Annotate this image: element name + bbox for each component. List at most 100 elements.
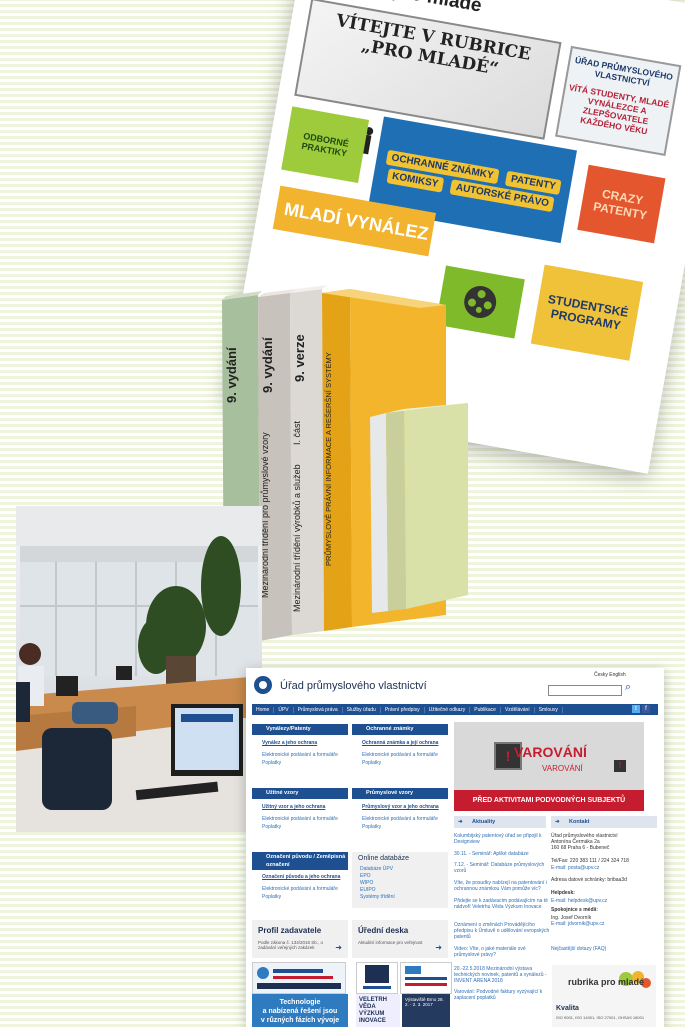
- nav-item[interactable]: Publikace: [470, 706, 501, 713]
- contact-heading-label: Kontakt: [569, 819, 590, 825]
- box-online-databases: Online databáze Databáze ÚPV EPO WIPO EU…: [352, 852, 448, 908]
- news-item[interactable]: Přidejte se k zadávacím podávajícím na t…: [454, 898, 550, 910]
- db-link[interactable]: Databáze ÚPV: [360, 866, 393, 872]
- box-origin-link-3[interactable]: Poplatky: [262, 894, 281, 900]
- tile-odborne-praktiky[interactable]: ODBORNÉ PRAKTIKY: [281, 106, 370, 184]
- news-item[interactable]: Kolumbijský patentový úřad se připojil k…: [454, 833, 550, 845]
- language-switcher[interactable]: Česky English: [594, 672, 626, 678]
- nav-item[interactable]: Vzdělávání: [501, 706, 535, 713]
- contact-heading[interactable]: ➜ Kontakt: [551, 816, 657, 828]
- tile-studentske-programy[interactable]: STUDENTSKÉ PROGRAMY: [530, 264, 644, 361]
- box-utility-heading[interactable]: Užitné vzory: [252, 788, 348, 799]
- tech-line-3: v různých fázích vývoje: [260, 1017, 340, 1024]
- box-utility-link-3[interactable]: Poplatky: [262, 824, 281, 830]
- official-board-box[interactable]: Úřední deska Aktuální informace pro veře…: [352, 920, 448, 958]
- side-box-tagline: VÍTÁ STUDENTY, MLADÉ VYNÁLEZCE A ZLEPŠOV…: [568, 82, 670, 137]
- box-trademarks-heading[interactable]: Ochranné známky: [352, 724, 448, 735]
- db-link[interactable]: EPO: [360, 873, 371, 879]
- box-designs-heading[interactable]: Průmyslové vzory: [352, 788, 448, 799]
- youth-mini-title: rubrika pro mladé: [568, 977, 645, 987]
- box-geographical-indications: Označení původu / Zeměpisná označení Ozn…: [252, 852, 348, 908]
- box-utility-link-1[interactable]: Užitný vzor a jeho ochrana: [262, 804, 325, 810]
- tile-crazy-patenty[interactable]: CRAZY PATENTY: [577, 164, 666, 244]
- facebook-icon[interactable]: f: [642, 705, 650, 713]
- box-designs-link-2[interactable]: Elektronické podávání a formuláře: [362, 816, 438, 822]
- box-origin-link-2[interactable]: Elektronické podávání a formuláře: [262, 886, 338, 892]
- db-link[interactable]: EUIPO: [360, 887, 376, 893]
- book-1-edition: 9. vydání: [224, 347, 239, 403]
- board-text: Aktuální informace pro veřejnost: [358, 940, 423, 945]
- nav-item[interactable]: Průmyslová práva: [294, 706, 343, 713]
- contact-line: Tel/Fax: 220 383 111 / 224 324 718: [551, 858, 629, 864]
- db-link[interactable]: Systémy třídění: [360, 894, 395, 900]
- youth-section-mini-banner[interactable]: rubrika pro mladé Kvalita ISO 9001, ISO …: [552, 965, 656, 1027]
- news-item[interactable]: 7.12. - Seminář: Databáze průmyslových v…: [454, 862, 550, 874]
- box-origin-heading[interactable]: Označení původu / Zeměpisná označení: [252, 852, 348, 870]
- news-item[interactable]: Varování: Podvodné faktury vyzývající k …: [454, 989, 550, 1001]
- vgs-banner-graphic: [363, 965, 391, 989]
- contact-email[interactable]: E-mail: posta@upv.cz: [551, 865, 651, 871]
- contact-email[interactable]: E-mail: helpdesk@upv.cz: [551, 898, 651, 904]
- contact-line: Adresa datové schránky: bribaa3d: [551, 877, 627, 883]
- db-link[interactable]: WIPO: [360, 880, 373, 886]
- nav-item[interactable]: Užitečné odkazy: [425, 706, 471, 713]
- warning-banner-text: PŘED AKTIVITAMI PODVODNÝCH SUBJEKTŮ: [454, 790, 644, 811]
- search-icon[interactable]: ⌕: [625, 681, 631, 694]
- news-heading-label: Aktuality: [472, 819, 496, 825]
- box-trademarks: Ochranné známky Ochranná známka a její o…: [352, 724, 448, 784]
- news-item[interactable]: Oznámení o změnách Provádějícího předpis…: [454, 922, 550, 940]
- nav-item[interactable]: Smlouvy: [535, 706, 563, 713]
- tile-label: CRAZY PATENTY: [592, 186, 649, 223]
- book-3-part: I. část: [292, 421, 302, 446]
- box-origin-link-1[interactable]: Označení původu a jeho ochrana: [262, 874, 340, 880]
- faq-link[interactable]: Nejčastější dotazy (FAQ): [551, 946, 651, 952]
- exhibition-banner[interactable]: Výstaviště Brno 28. 2. - 2. 3. 2017: [402, 994, 450, 1027]
- site-title: Úřad průmyslového vlastnictví: [280, 680, 427, 692]
- warning-small-icon: !: [614, 760, 626, 772]
- box-patents-heading[interactable]: Vynálezy/Patenty: [252, 724, 348, 735]
- contact-email[interactable]: E-mail: jdvornik@upv.cz: [551, 921, 651, 927]
- news-item[interactable]: Video: Víte, o jaké materiále své průmys…: [454, 946, 550, 958]
- vpi-banner[interactable]: [400, 962, 452, 994]
- profile-text: Podle zákona č. 134/2016 Sb., o zadávání…: [258, 940, 324, 950]
- box-trademarks-link-3[interactable]: Poplatky: [362, 760, 381, 766]
- warning-subtitle: VAROVÁNÍ: [542, 764, 583, 773]
- book-2-spine: 9. vydání Mezinárodní třídění pro průmys…: [260, 305, 290, 625]
- news-item[interactable]: 30.11. - Seminář: Apliké databáze: [454, 851, 550, 857]
- arrow-right-icon: ➜: [458, 819, 463, 825]
- box-patents-link-3[interactable]: Poplatky: [262, 760, 281, 766]
- quality-subtitle: ISO 9001, ISO 14001, ISO 27001, OHSAS 18…: [556, 1015, 645, 1020]
- news-heading[interactable]: ➜ Aktuality: [454, 816, 546, 828]
- arrow-right-icon: ➜: [435, 943, 442, 952]
- twitter-icon[interactable]: t: [632, 705, 640, 713]
- nav-item[interactable]: Právní předpisy: [381, 706, 425, 713]
- box-designs-link-3[interactable]: Poplatky: [362, 824, 381, 830]
- nav-item[interactable]: Služby úřadu: [343, 706, 381, 713]
- upv-logo-icon[interactable]: [254, 676, 272, 694]
- science-fair-banner[interactable]: VELETRH VĚDA VÝZKUM INOVACE: [356, 994, 400, 1027]
- arrow-right-icon: ➜: [555, 819, 560, 825]
- technology-banner[interactable]: Technologie a nabízená řešení jsou v růz…: [252, 994, 348, 1027]
- fraud-warning-banner[interactable]: ! VAROVÁNÍ VAROVÁNÍ ! PŘED AKTIVITAMI PO…: [454, 722, 644, 811]
- news-item[interactable]: 20.-22.5.2018 Mezinárodní výstava techni…: [454, 966, 550, 984]
- box-patents: Vynálezy/Patenty Vynález a jeho ochrana …: [252, 724, 348, 784]
- box-patents-link-1[interactable]: Vynález a jeho ochrana: [262, 740, 317, 746]
- upv-website-screenshot: Úřad průmyslového vlastnictví Česky Engl…: [246, 668, 664, 1027]
- tech-line-2: a nabízená řešení jsou: [262, 1008, 338, 1015]
- vgs-banner[interactable]: [356, 962, 398, 994]
- box-trademarks-link-1[interactable]: Ochranná známka a její ochrana: [362, 740, 438, 746]
- book-3-spine: 9. verze I. část Mezinárodní třídění výr…: [292, 303, 322, 623]
- box-designs-link-1[interactable]: Průmyslový vzor a jeho ochrana: [362, 804, 439, 810]
- nav-item[interactable]: ÚPV: [274, 706, 294, 713]
- nav-item[interactable]: Home: [252, 706, 275, 713]
- profile-box[interactable]: Profil zadavatele Podle zákona č. 134/20…: [252, 920, 348, 958]
- search-input[interactable]: [548, 685, 622, 696]
- news-item[interactable]: Víte, že posudky nabízejí na patentování…: [454, 880, 550, 892]
- contact-line: Helpdesk:: [551, 890, 575, 896]
- box-trademarks-link-2[interactable]: Elektronické podávání a formuláře: [362, 752, 438, 758]
- box-patents-link-2[interactable]: Elektronické podávání a formuláře: [262, 752, 338, 758]
- box-utility-link-2[interactable]: Elektronické podávání a formuláře: [262, 816, 338, 822]
- tile-label: ODBORNÉ PRAKTIKY: [300, 130, 350, 159]
- innovation-banner[interactable]: [252, 962, 346, 994]
- upv-welcome-side-box: ÚŘAD PRŮMYSLOVÉHO VLASTNICTVÍ VÍTÁ STUDE…: [555, 45, 682, 156]
